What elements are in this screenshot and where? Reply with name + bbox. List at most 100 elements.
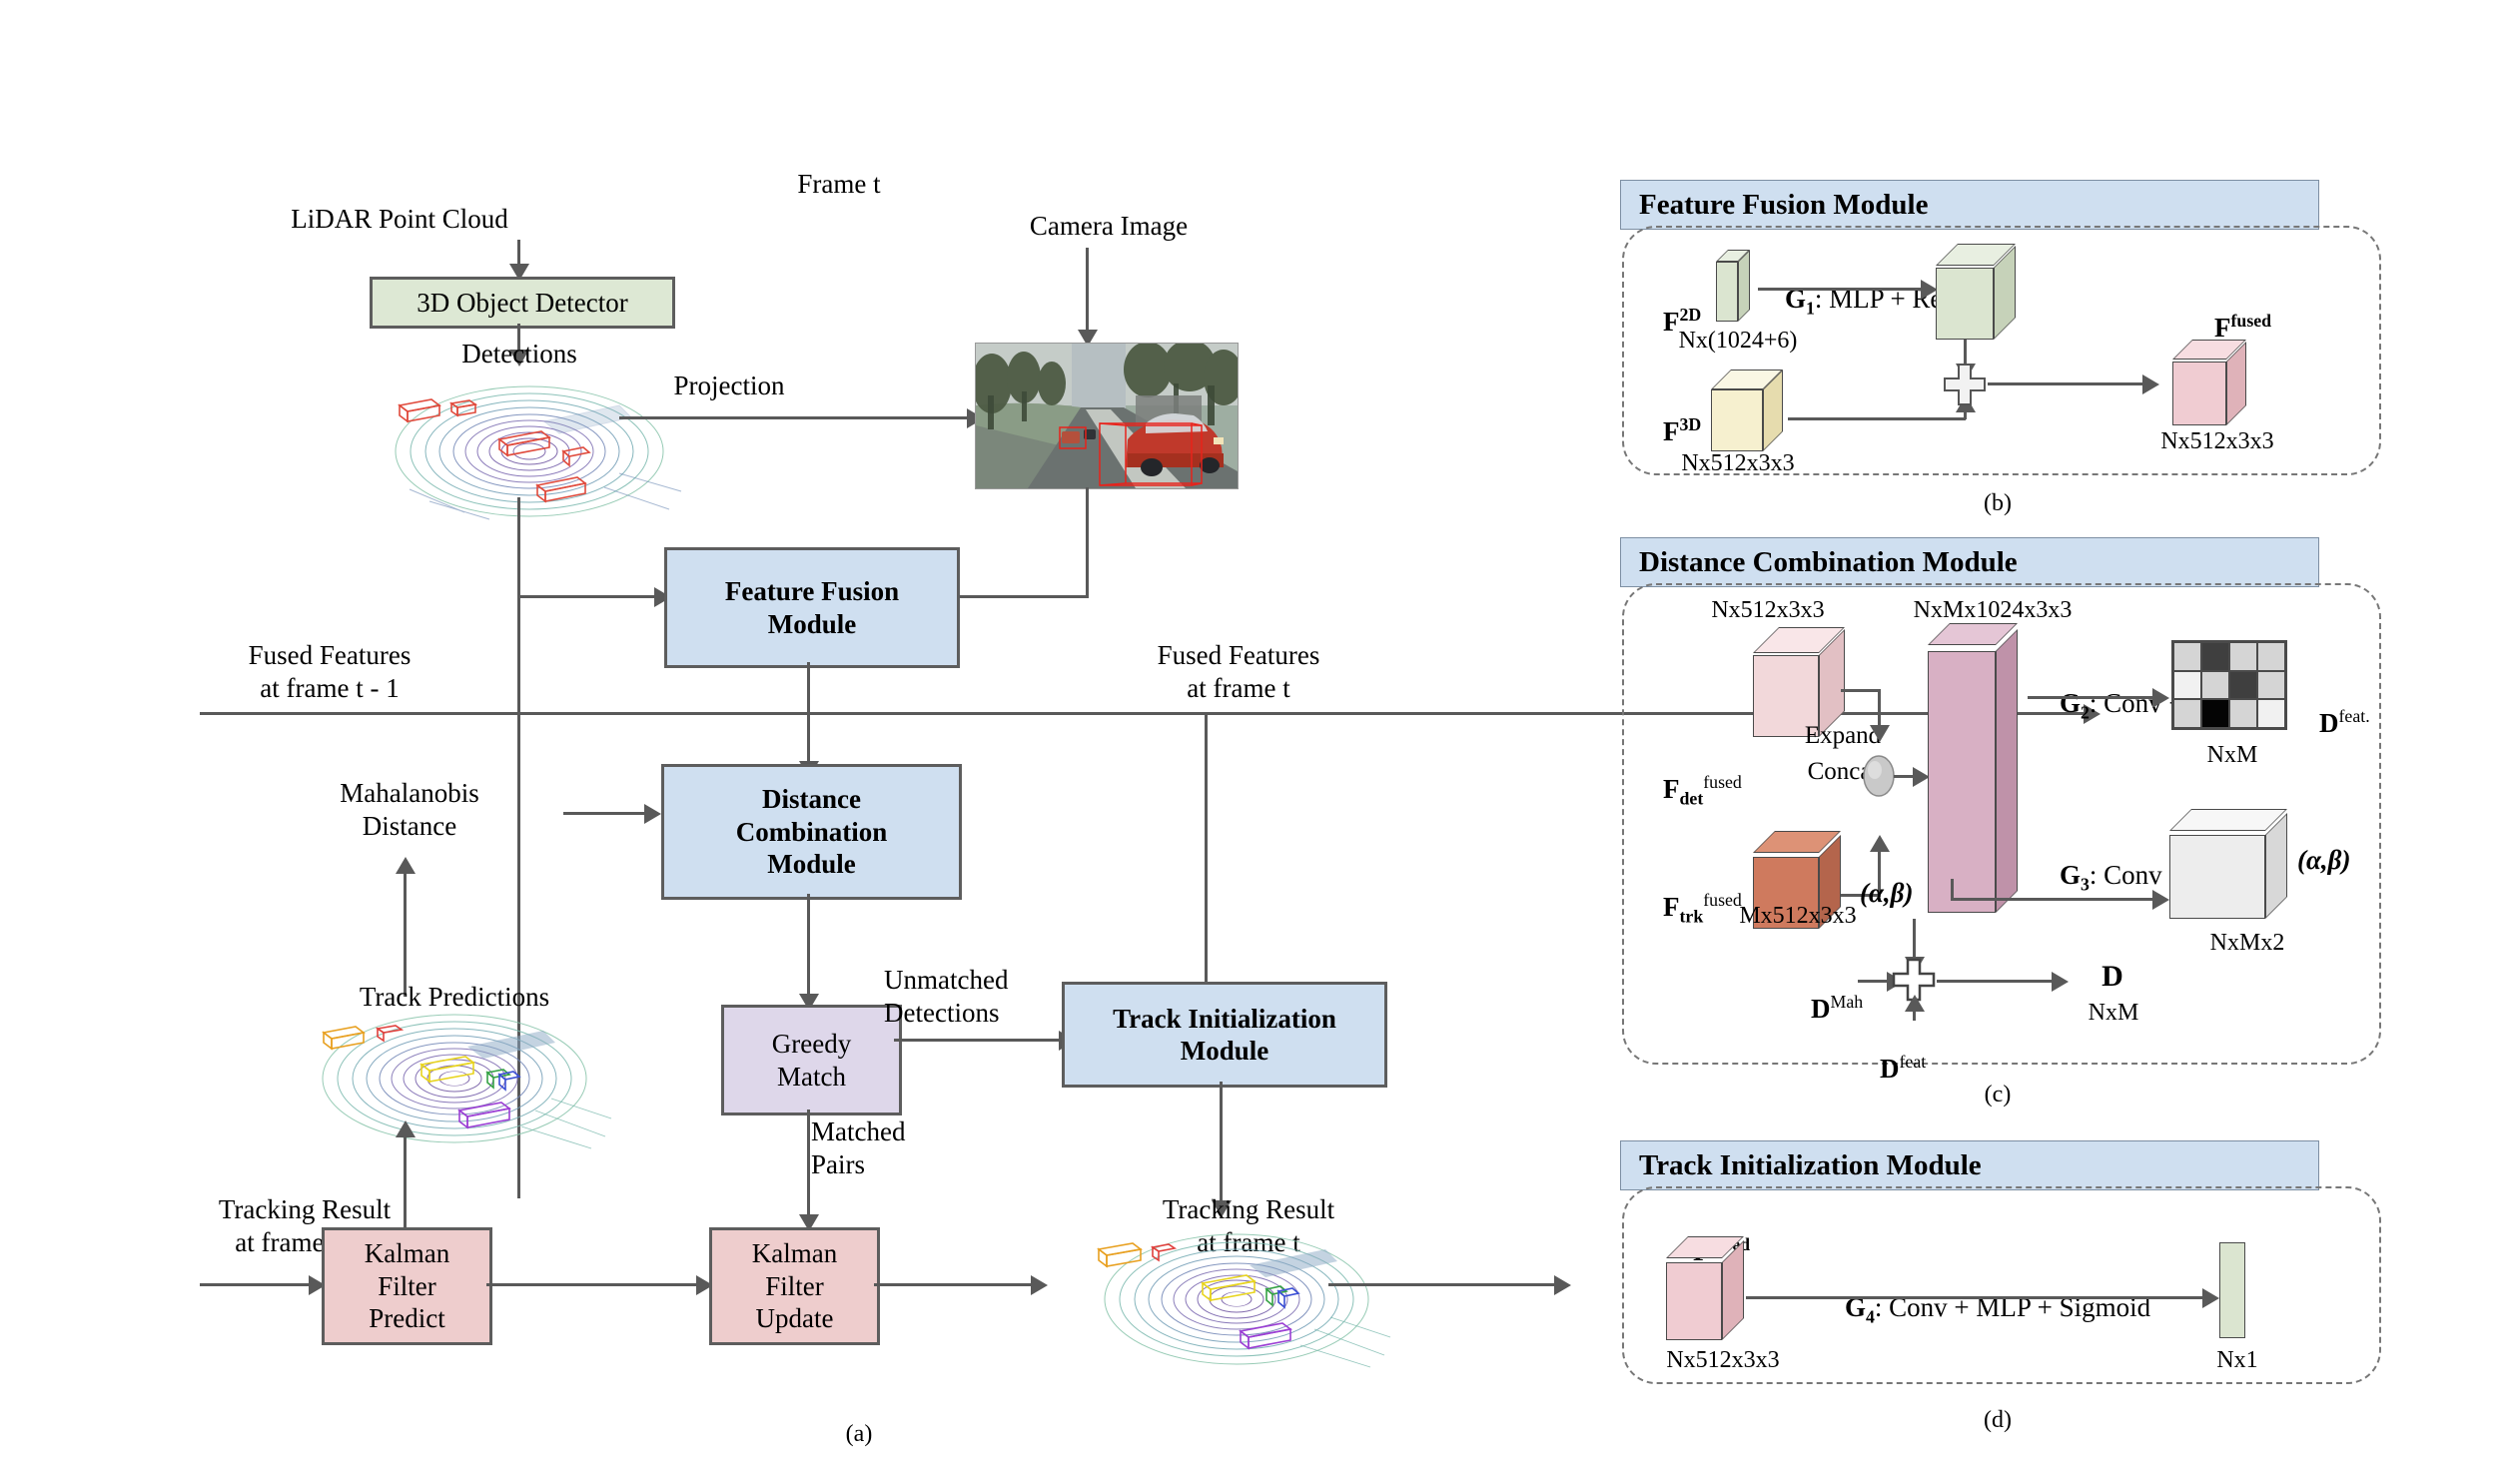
alpha-beta-shape-label: NxMx2 xyxy=(2209,930,2285,956)
d-feat-base: D xyxy=(2319,707,2339,738)
d-output-symbol: D xyxy=(2101,960,2123,993)
d-mah-sup: Mah xyxy=(1830,991,1864,1012)
panel-c-caption: (c) xyxy=(1984,1082,2012,1108)
concat-tensor-slab xyxy=(1928,623,2026,913)
heatmap-cell-1-1 xyxy=(2201,670,2229,700)
matched-pairs-line xyxy=(807,1110,810,1217)
heatmap-cell-1-2 xyxy=(2229,670,2257,700)
detections-label: Detections xyxy=(461,339,577,369)
d-feat-symbol: Dfeat. xyxy=(2292,673,2432,773)
fdet-sub: det xyxy=(1679,788,1704,809)
track-initialization-module-box[interactable]: Track Initialization Module xyxy=(1062,982,1387,1088)
plus-to-output-arrow xyxy=(2142,374,2159,394)
final-output-arrow xyxy=(1554,1275,1571,1295)
projection-line xyxy=(619,416,969,419)
fdet-merge-hline xyxy=(1841,689,1881,692)
distance-combination-panel-title: Distance Combination Module xyxy=(1620,537,2319,587)
fusion-plus-node xyxy=(1944,364,1986,405)
heatmap-cell-2-2 xyxy=(2229,699,2257,728)
update-to-result-line xyxy=(874,1283,1034,1286)
expand-label: Expand xyxy=(1804,722,1882,749)
concat-merge-node xyxy=(1863,755,1895,797)
fused-bus-tap-right xyxy=(1205,712,1208,1002)
f2d-symbol: F2D xyxy=(1636,272,1726,371)
panel-b-caption: (b) xyxy=(1984,490,2012,516)
frame-label: Frame t xyxy=(797,169,881,199)
figure-canvas: Frame t LiDAR Point Cloud 3D Object Dete… xyxy=(0,0,2517,1484)
trackpred-to-mah-line xyxy=(404,869,407,997)
f3d-shape-label: Nx512x3x3 xyxy=(1681,450,1795,476)
heatmap-cell-2-0 xyxy=(2173,699,2201,728)
plus-to-D-arrow xyxy=(2052,972,2069,992)
feature-fusion-module-box[interactable]: Feature Fusion Module xyxy=(664,547,960,668)
tracking-result-point-cloud xyxy=(1097,1233,1391,1368)
plus-to-D-line xyxy=(1937,980,2055,983)
kalman-predict-box[interactable]: Kalman Filter Predict xyxy=(322,1227,492,1345)
distance-combination-panel-title-label: Distance Combination Module xyxy=(1639,545,2018,578)
g4-arrow-head xyxy=(2202,1288,2219,1308)
fusion-intermediate-cube xyxy=(1936,244,2022,340)
kalmanpredict-to-trackpred-arrow xyxy=(396,1120,416,1137)
mahalanobis-to-distance-line xyxy=(563,812,647,815)
concat-label: Concat xyxy=(1807,758,1879,785)
distance-combination-module-box[interactable]: Distance Combination Module xyxy=(661,764,962,900)
g2-arrow-line xyxy=(2028,696,2155,699)
track-init-input-cube xyxy=(1666,1236,1752,1340)
det-shape-top-label: Nx512x3x3 xyxy=(1711,597,1825,623)
update-to-result-arrow xyxy=(1031,1275,1048,1295)
track-init-panel-title-label: Track Initialization Module xyxy=(1639,1148,1982,1181)
g2-base: G xyxy=(2060,687,2082,718)
mahalanobis-to-distance-arrow xyxy=(644,804,661,824)
d-feat-sup: feat. xyxy=(2338,705,2370,726)
camera-to-fusion-vline xyxy=(1086,487,1089,597)
greedy-match-label: Greedy Match xyxy=(771,1029,852,1092)
ffused-output-cube xyxy=(2172,340,2256,425)
greedy-match-box[interactable]: Greedy Match xyxy=(721,1005,902,1115)
g2-arrow-head xyxy=(2152,688,2169,708)
fused-features-cur-label: Fused Features at frame t xyxy=(1157,640,1320,703)
ffused-sup-b: fused xyxy=(2230,310,2272,331)
fdet-merge-arrow xyxy=(1870,725,1890,742)
trackpred-to-mah-arrow xyxy=(396,857,416,874)
projection-label: Projection xyxy=(673,371,785,400)
fdet-merge-vline xyxy=(1878,689,1881,729)
heatmap-cell-0-0 xyxy=(2173,642,2201,671)
track-initialization-module-label: Track Initialization Module xyxy=(1113,1003,1336,1066)
g3-arrow-line xyxy=(1951,898,2155,901)
ffused-base-b: F xyxy=(2214,312,2231,343)
fdet-base: F xyxy=(1663,773,1680,804)
unmatched-to-trackinit-line xyxy=(894,1039,1062,1042)
distance-combination-module-label: Distance Combination Module xyxy=(735,784,888,880)
detector-box[interactable]: 3D Object Detector xyxy=(370,277,675,329)
heatmap-cell-0-3 xyxy=(2257,642,2285,671)
kalman-update-box[interactable]: Kalman Filter Update xyxy=(709,1227,880,1345)
alpha-beta-left-label: (α,β) xyxy=(1860,878,1914,908)
f3d-tensor-cube xyxy=(1711,370,1791,451)
fdet-symbol: Fdetfused xyxy=(1636,739,1766,843)
d-mah-base: D xyxy=(1811,993,1831,1024)
g1-op-label: G1: MLP + Reshape xyxy=(1758,250,2078,353)
panel-d-caption: (d) xyxy=(1984,1407,2012,1433)
alpha-beta-tensor-slab xyxy=(2169,809,2295,919)
track-init-panel-title: Track Initialization Module xyxy=(1620,1140,2319,1190)
f3d-to-plus-hline xyxy=(1788,417,1966,420)
track-predictions-point-cloud xyxy=(322,1014,612,1149)
track-init-input-shape-label: Nx512x3x3 xyxy=(1666,1347,1780,1373)
lidar-input-label: LiDAR Point Cloud xyxy=(291,204,508,234)
g4-sub: 4 xyxy=(1866,1306,1875,1327)
f3d-base: F xyxy=(1663,415,1680,446)
alphabeta-to-plus-line xyxy=(1913,919,1916,961)
camera-to-image-line xyxy=(1086,248,1089,333)
plus-to-output-line xyxy=(1988,382,2145,385)
d-feat2-sup: feat xyxy=(1899,1051,1927,1072)
panel-a-caption: (a) xyxy=(845,1421,873,1447)
d-feat-shape-label: NxM xyxy=(2206,742,2258,768)
g1-arrow-line xyxy=(1758,288,1924,291)
g3-arrow-head xyxy=(2152,890,2169,910)
heatmap-cell-2-1 xyxy=(2201,699,2229,728)
ftrk-sub: trk xyxy=(1679,906,1704,927)
mahalanobis-label: Mahalanobis Distance xyxy=(340,778,479,841)
ftrk-base: F xyxy=(1663,891,1680,922)
distance-to-greedy-line xyxy=(807,894,810,997)
heatmap-cell-1-0 xyxy=(2173,670,2201,700)
